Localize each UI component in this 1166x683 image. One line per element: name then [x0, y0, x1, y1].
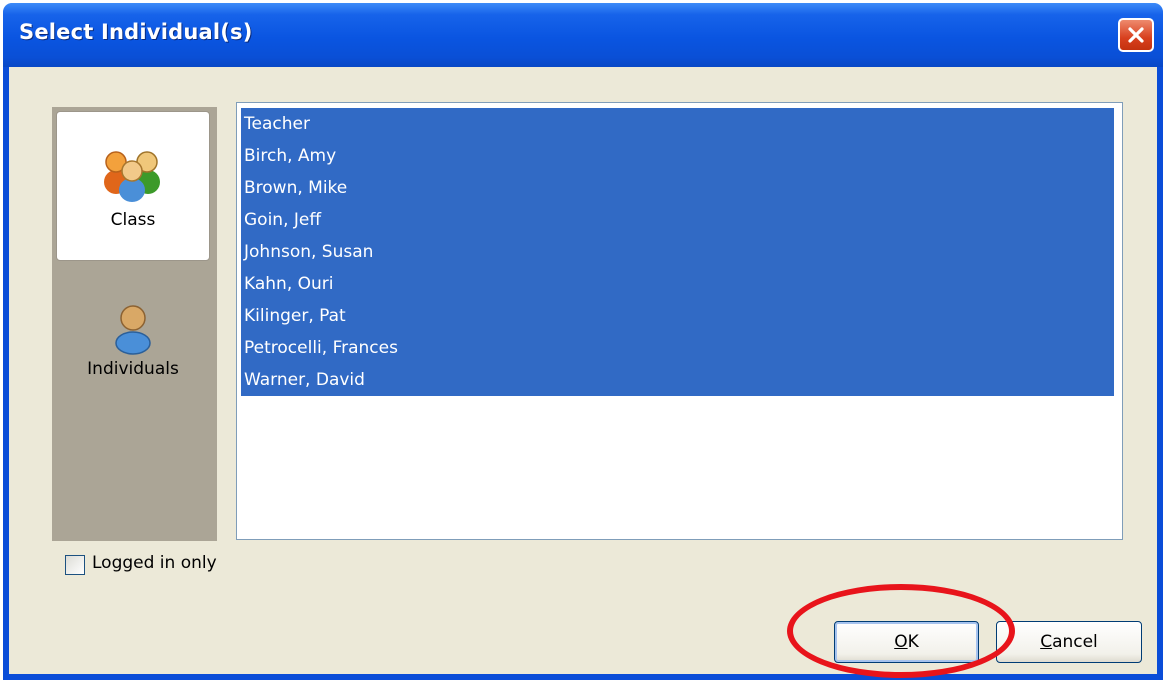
list-item[interactable]: Goin, Jeff: [241, 204, 1114, 236]
close-icon: [1128, 27, 1144, 43]
title-bar[interactable]: Select Individual(s): [3, 3, 1163, 67]
ok-mnemonic: O: [894, 632, 908, 652]
list-item[interactable]: Brown, Mike: [241, 172, 1114, 204]
sidebar-item-class[interactable]: Class: [56, 111, 210, 261]
list-item[interactable]: Teacher: [241, 108, 1114, 140]
sidebar-item-individuals[interactable]: Individuals: [56, 267, 210, 407]
person-icon: [115, 305, 151, 355]
sidebar-item-label: Individuals: [87, 359, 179, 379]
cancel-button[interactable]: Cancel: [996, 621, 1142, 663]
close-button[interactable]: [1118, 18, 1154, 52]
list-item[interactable]: Johnson, Susan: [241, 236, 1114, 268]
group-icon: [104, 151, 160, 202]
list-item[interactable]: Petrocelli, Frances: [241, 332, 1114, 364]
cancel-mnemonic: C: [1040, 632, 1053, 652]
list-item[interactable]: Warner, David: [241, 364, 1114, 396]
dialog-window: Select Individual(s) Class Individuals T…: [3, 3, 1163, 680]
dialog-body: Class Individuals Teacher Birch, Amy Bro…: [9, 67, 1157, 674]
dialog-title: Select Individual(s): [19, 20, 253, 44]
ok-button[interactable]: OK: [834, 621, 979, 663]
individuals-listbox[interactable]: Teacher Birch, Amy Brown, Mike Goin, Jef…: [236, 102, 1123, 540]
list-selection: Teacher Birch, Amy Brown, Mike Goin, Jef…: [241, 108, 1114, 396]
logged-in-only-label[interactable]: Logged in only: [92, 553, 217, 573]
cancel-label-rest: ancel: [1052, 632, 1098, 652]
list-item[interactable]: Kahn, Ouri: [241, 268, 1114, 300]
list-item[interactable]: Kilinger, Pat: [241, 300, 1114, 332]
view-selector: Class Individuals: [52, 107, 217, 541]
ok-label-rest: K: [907, 632, 919, 652]
list-item[interactable]: Birch, Amy: [241, 140, 1114, 172]
logged-in-only-checkbox[interactable]: [65, 555, 85, 575]
sidebar-item-label: Class: [110, 210, 156, 230]
